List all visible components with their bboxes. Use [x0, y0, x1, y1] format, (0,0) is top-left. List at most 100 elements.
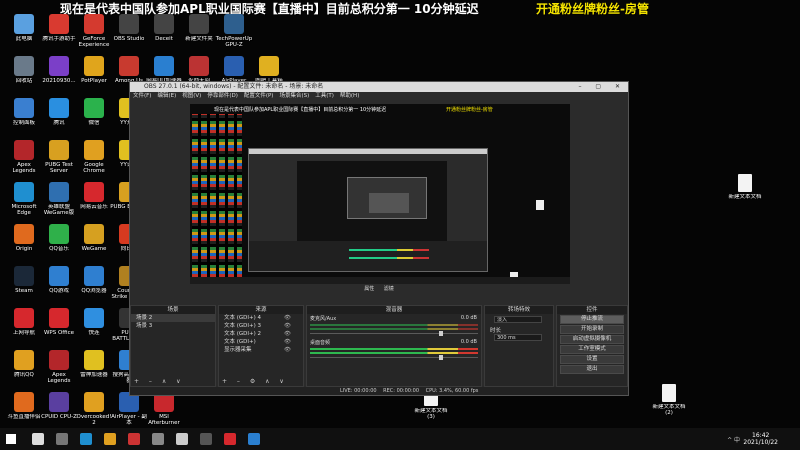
- menu-item[interactable]: 帮助(H): [340, 93, 359, 99]
- menu-item[interactable]: 配置文件(P): [244, 93, 274, 99]
- taskbar-app-icon[interactable]: [152, 433, 164, 445]
- desktop-icon[interactable]: 上网导航: [5, 306, 43, 350]
- desktop-icon[interactable]: QQ游戏: [40, 264, 78, 308]
- desktop-icon[interactable]: OBS Studio: [110, 12, 148, 56]
- desktop-file-icon[interactable]: 新建文本文档: [726, 172, 764, 216]
- desktop-icon[interactable]: Origin: [5, 222, 43, 266]
- menu-item[interactable]: 工具(T): [315, 93, 334, 99]
- desktop-icon[interactable]: PUBG Test Server: [40, 138, 78, 182]
- tray-icons[interactable]: ^ 中: [727, 435, 740, 444]
- desktop-icon-label: 网易云音乐: [80, 204, 108, 210]
- desktop-icon[interactable]: 新建文件夹: [180, 12, 218, 56]
- scene-item[interactable]: 场景 2: [131, 314, 215, 322]
- menu-item[interactable]: 视图(V): [182, 93, 201, 99]
- taskbar-app-icon[interactable]: [104, 433, 116, 445]
- mixer-channel[interactable]: 麦克风/Aux 0.0 dB: [307, 314, 481, 338]
- source-item[interactable]: 👁 文本 (GDI+) 2: [219, 330, 303, 338]
- control-button[interactable]: 工作室模式: [560, 345, 624, 354]
- taskbar-app-icon[interactable]: [80, 433, 92, 445]
- desktop-icon[interactable]: GeForce Experience: [75, 12, 113, 56]
- live-status: LIVE: 00:00:00: [340, 388, 377, 394]
- source-item[interactable]: 👁 显示器采集: [219, 346, 303, 354]
- volume-slider[interactable]: [310, 355, 478, 360]
- properties-button[interactable]: 属性: [364, 286, 374, 292]
- menu-item[interactable]: 文件(F): [133, 93, 151, 99]
- source-item[interactable]: 👁 文本 (GDI+): [219, 338, 303, 346]
- taskbar-app-icon[interactable]: [128, 433, 140, 445]
- desktop-icon-label: 腾讯QQ: [14, 372, 34, 378]
- obs-title-bar[interactable]: OBS 27.0.1 (64-bit, windows) - 配置文件: 未命名…: [130, 82, 628, 92]
- desktop-icon[interactable]: 微信: [75, 96, 113, 140]
- desktop-icon[interactable]: Apex Legends: [5, 138, 43, 182]
- scene-item[interactable]: 场景 3: [131, 322, 215, 330]
- taskbar-app-icon[interactable]: [248, 433, 260, 445]
- desktop-icon[interactable]: 雷神加速器: [75, 348, 113, 392]
- clock[interactable]: 16:42 2021/10/22: [743, 432, 778, 446]
- control-button[interactable]: 开始录制: [560, 325, 624, 334]
- desktop-icon[interactable]: Apex Legends: [40, 348, 78, 392]
- desktop-icon[interactable]: WPS Office: [40, 306, 78, 350]
- desktop-icon[interactable]: QQ音乐: [40, 222, 78, 266]
- desktop-icon[interactable]: QQ浏览器: [75, 264, 113, 308]
- desktop-icon-label: Overcooked! 2: [76, 414, 112, 426]
- obs-preview[interactable]: 现在是代表中国队参加APL职业国际赛【直播中】目前总积分第一 10分钟延迟 开通…: [190, 104, 570, 284]
- desktop-icon[interactable]: 回收站: [5, 54, 43, 98]
- desktop-icon-label: WPS Office: [43, 330, 75, 336]
- visibility-eye-icon[interactable]: 👁: [284, 338, 291, 346]
- desktop-icon[interactable]: Google Chrome: [75, 138, 113, 182]
- source-toolbar[interactable]: 属性 滤镜: [130, 285, 628, 294]
- control-button[interactable]: 启动虚拟摄像机: [560, 335, 624, 344]
- source-name: 文本 (GDI+) 2: [224, 331, 262, 337]
- desktop-icon[interactable]: Microsoft Edge: [5, 180, 43, 224]
- visibility-eye-icon[interactable]: 👁: [284, 314, 291, 322]
- source-item[interactable]: 👁 文本 (GDI+) 4: [219, 314, 303, 322]
- app-icon: [49, 308, 69, 328]
- desktop-icon[interactable]: TechPowerUp GPU-Z: [215, 12, 253, 56]
- volume-slider[interactable]: [310, 331, 478, 336]
- desktop-file-icon[interactable]: 新建文本文档 (2): [650, 382, 688, 426]
- desktop-icon[interactable]: 腾讯QQ: [5, 348, 43, 392]
- mixer-channel-name: 麦克风/Aux: [310, 316, 337, 322]
- desktop-icon[interactable]: Steam: [5, 264, 43, 308]
- taskbar-app-icon[interactable]: [56, 433, 68, 445]
- obs-window-title: OBS 27.0.1 (64-bit, windows) - 配置文件: 未命名…: [144, 83, 324, 90]
- menu-item[interactable]: 停靠部件(D): [207, 93, 238, 99]
- taskbar-app-icon[interactable]: [224, 433, 236, 445]
- obs-window[interactable]: OBS 27.0.1 (64-bit, windows) - 配置文件: 未命名…: [129, 81, 629, 396]
- duration-input[interactable]: 300 ms: [494, 334, 542, 341]
- transition-type-select[interactable]: 淡入: [485, 314, 553, 324]
- menu-item[interactable]: 场景集合(S): [279, 93, 309, 99]
- control-button[interactable]: 退出: [560, 365, 624, 374]
- visibility-eye-icon[interactable]: 👁: [284, 322, 291, 330]
- desktop-icon[interactable]: 控制面板: [5, 96, 43, 140]
- transition-duration[interactable]: 时长 300 ms: [485, 324, 553, 341]
- desktop-icon[interactable]: Deceit: [145, 12, 183, 56]
- visibility-eye-icon[interactable]: 👁: [284, 346, 291, 354]
- desktop-icon[interactable]: 英雄联盟WeGame版: [40, 180, 78, 224]
- obs-menu-bar[interactable]: 文件(F) 编辑(E) 视图(V) 停靠部件(D) 配置文件(P) 场景集合(S) 工具(T…: [130, 92, 628, 101]
- preview-stream-tag: 开通粉丝牌粉丝-房管: [446, 107, 493, 113]
- desktop-icon[interactable]: 腾讯: [40, 96, 78, 140]
- control-button[interactable]: 停止推流: [560, 315, 624, 324]
- desktop-icon[interactable]: 腾讯手游助手: [40, 12, 78, 56]
- control-button[interactable]: 设置: [560, 355, 624, 364]
- taskbar-app-icon[interactable]: [200, 433, 212, 445]
- sources-toolbar[interactable]: + – ⚙ ∧ ∨: [219, 378, 303, 386]
- taskbar-app-icon[interactable]: [32, 433, 44, 445]
- desktop-icon[interactable]: 快连: [75, 306, 113, 350]
- desktop-icon-label: 此电脑: [15, 36, 33, 42]
- source-item[interactable]: 👁 文本 (GDI+) 3: [219, 322, 303, 330]
- menu-item[interactable]: 编辑(E): [157, 93, 176, 99]
- desktop-icon[interactable]: 此电脑: [5, 12, 43, 56]
- window-controls[interactable]: – ▢ ✕: [578, 82, 626, 92]
- desktop-icon[interactable]: PotPlayer: [75, 54, 113, 98]
- taskbar-app-icon[interactable]: [176, 433, 188, 445]
- mixer-channel[interactable]: 桌面音频 0.0 dB: [307, 338, 481, 362]
- desktop-icon[interactable]: 网易云音乐: [75, 180, 113, 224]
- visibility-eye-icon[interactable]: 👁: [284, 330, 291, 338]
- scenes-toolbar[interactable]: + – ∧ ∨: [131, 378, 215, 386]
- desktop-icon[interactable]: 20210930...: [40, 54, 78, 98]
- start-button[interactable]: [6, 434, 16, 444]
- filters-button[interactable]: 滤镜: [384, 286, 394, 292]
- desktop-icon[interactable]: WeGame: [75, 222, 113, 266]
